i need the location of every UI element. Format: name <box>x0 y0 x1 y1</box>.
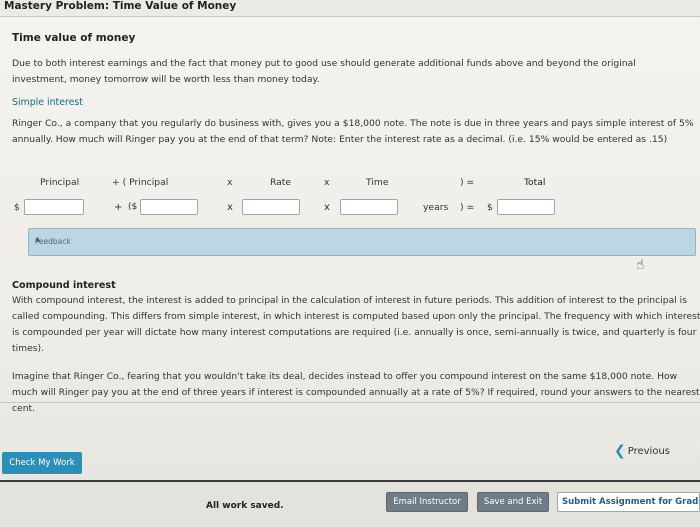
save-status: All work saved. <box>206 501 284 511</box>
header-principal: Principal <box>40 177 80 188</box>
save-and-exit-button[interactable]: Save and Exit <box>477 492 549 512</box>
time-input[interactable] <box>340 199 398 215</box>
principal-input-2[interactable] <box>140 199 198 215</box>
dollar-sign-principal: $ <box>14 203 20 213</box>
rate-input[interactable] <box>242 199 300 215</box>
feedback-panel[interactable]: Feedback ▲ <box>28 228 696 256</box>
years-label: years <box>423 202 449 213</box>
multiply-sign-1: x <box>227 202 233 213</box>
plus-sign: + <box>114 202 123 213</box>
email-instructor-button[interactable]: Email Instructor <box>386 492 468 512</box>
section-title: Time value of money <box>12 32 136 44</box>
compound-interest-text: With compound interest, the interest is … <box>12 295 700 354</box>
header-x1: x <box>227 177 233 188</box>
close-paren-equals: ) = <box>460 202 475 213</box>
header-time: Time <box>366 177 389 188</box>
simple-interest-text: Ringer Co., a company that you regularly… <box>12 118 694 145</box>
submit-assignment-button[interactable]: Submit Assignment for Grading <box>557 492 700 512</box>
page: Mastery Problem: Time Value of Money Tim… <box>0 0 700 527</box>
header-rate: Rate <box>270 177 292 188</box>
header-plus-principal: + ( Principal <box>112 177 169 188</box>
dollar-sign-total: $ <box>487 203 493 213</box>
window-title: Mastery Problem: Time Value of Money <box>4 0 237 12</box>
divider <box>0 402 700 403</box>
previous-button[interactable]: ❮ Previous <box>614 442 670 459</box>
title-bar: Mastery Problem: Time Value of Money <box>0 0 700 17</box>
header-close-equals: ) = <box>460 177 475 188</box>
chevron-left-icon: ❮ <box>614 443 626 459</box>
header-x2: x <box>324 177 330 188</box>
previous-label: Previous <box>627 446 670 457</box>
hand-pointer-icon: ☝ <box>636 257 645 273</box>
open-paren-dollar: ($ <box>128 202 138 212</box>
compound-interest-question: Imagine that Ringer Co., fearing that yo… <box>12 371 700 414</box>
multiply-sign-2: x <box>324 202 330 213</box>
header-total: Total <box>524 177 546 188</box>
simple-interest-title: Simple interest <box>12 97 83 108</box>
intro-text: Due to both interest earnings and the fa… <box>12 58 636 85</box>
total-input[interactable] <box>497 199 555 215</box>
check-my-work-button[interactable]: Check My Work <box>2 452 82 474</box>
collapse-arrow-icon[interactable]: ▲ <box>35 235 691 243</box>
compound-interest-title: Compound interest <box>12 280 116 291</box>
principal-input[interactable] <box>24 199 84 215</box>
